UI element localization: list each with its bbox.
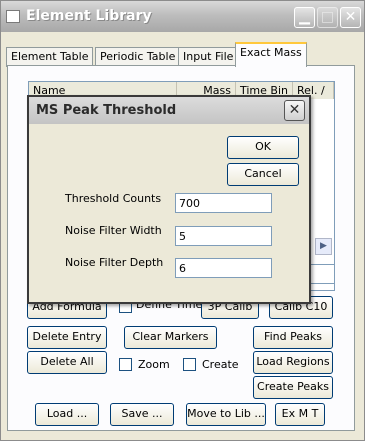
delete-entry-button[interactable]: Delete Entry	[27, 326, 107, 349]
dialog-close-button[interactable]: ✕	[284, 100, 305, 121]
window-icon	[6, 10, 20, 23]
noise-filter-depth-label: Noise Filter Depth	[65, 256, 164, 269]
ex-m-t-button[interactable]: Ex M T	[275, 403, 325, 426]
noise-filter-depth-input[interactable]: 6	[175, 258, 272, 278]
close-icon: ✕	[344, 9, 357, 25]
load-button[interactable]: Load ...	[35, 403, 99, 426]
save-button[interactable]: Save ...	[110, 403, 174, 426]
threshold-counts-input[interactable]: 700	[175, 193, 272, 213]
create-label: Create	[202, 358, 239, 371]
zoom-label: Zoom	[138, 358, 170, 371]
load-regions-button[interactable]: Load Regions	[253, 351, 333, 374]
scroll-right-button[interactable]: ▶	[315, 238, 332, 255]
cancel-button[interactable]: Cancel	[227, 163, 299, 186]
threshold-counts-label: Threshold Counts	[65, 192, 162, 205]
delete-all-button[interactable]: Delete All	[27, 351, 107, 374]
noise-filter-width-input[interactable]: 5	[175, 226, 272, 246]
window-title: Element Library	[26, 8, 152, 24]
title-bar[interactable]: Element Library ▁ □ ✕	[1, 1, 364, 32]
minimize-icon: ▁	[299, 9, 310, 25]
create-peaks-button[interactable]: Create Peaks	[253, 376, 333, 399]
maximize-icon: □	[320, 9, 335, 25]
tab-element-table[interactable]: Element Table	[6, 47, 94, 67]
clear-markers-button[interactable]: Clear Markers	[124, 326, 217, 349]
tab-periodic-table[interactable]: Periodic Table	[95, 47, 181, 67]
dialog-title-bar[interactable]: MS Peak Threshold ✕	[29, 97, 309, 124]
move-to-lib-button[interactable]: Move to Lib ...	[186, 403, 266, 426]
arrow-right-icon: ▶	[320, 241, 327, 251]
tab-exact-mass[interactable]: Exact Mass	[235, 42, 307, 67]
find-peaks-button[interactable]: Find Peaks	[253, 326, 333, 349]
ms-peak-threshold-dialog: MS Peak Threshold ✕ OK Cancel Threshold …	[27, 95, 311, 304]
ok-button[interactable]: OK	[227, 136, 299, 159]
maximize-button[interactable]: □	[317, 7, 338, 28]
minimize-button[interactable]: ▁	[294, 7, 315, 28]
close-icon: ✕	[288, 102, 301, 118]
zoom-checkbox[interactable]	[119, 358, 132, 371]
tab-input-file[interactable]: Input File	[178, 47, 239, 67]
dialog-title: MS Peak Threshold	[36, 103, 177, 118]
create-checkbox[interactable]	[183, 358, 196, 371]
noise-filter-width-label: Noise Filter Width	[65, 224, 162, 237]
close-button[interactable]: ✕	[340, 7, 361, 28]
